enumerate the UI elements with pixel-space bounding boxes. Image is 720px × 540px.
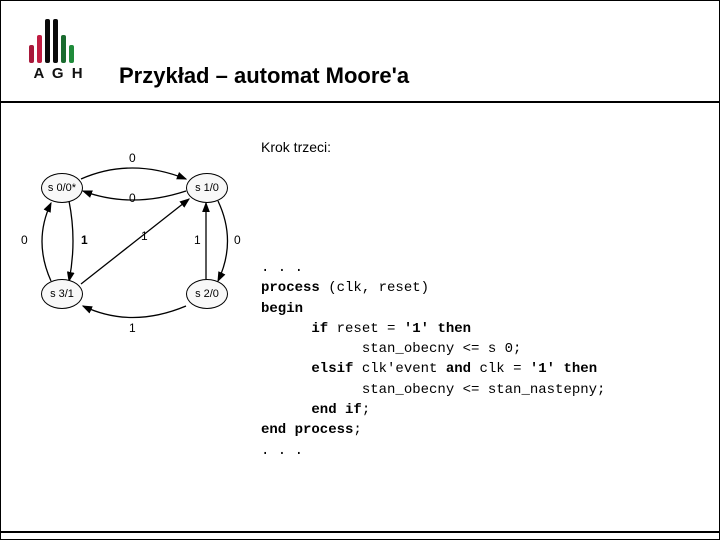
code-kw: end if xyxy=(261,402,362,418)
edge-label: 1 xyxy=(129,321,136,335)
code-line: stan_obecny <= stan_nastepny; xyxy=(261,382,605,398)
slide-header: A G H Przykład – automat Moore'a xyxy=(1,1,719,111)
state-node-s3: s 3/1 xyxy=(41,279,83,309)
edge-label: 1 xyxy=(81,233,88,247)
code-line: stan_obecny <= s 0; xyxy=(261,341,521,357)
slide-title: Przykład – automat Moore'a xyxy=(119,63,409,89)
code-line: . . . xyxy=(261,260,303,276)
code-kw: '1' xyxy=(404,321,429,337)
edge-label: 0 xyxy=(129,151,136,165)
vhdl-code: . . . process (clk, reset) begin if rese… xyxy=(261,258,605,461)
edge-label: 1 xyxy=(141,229,148,243)
code-text: ; xyxy=(362,402,370,418)
code-kw: elsif xyxy=(261,361,353,377)
code-kw: process xyxy=(261,280,320,296)
edge-label: 0 xyxy=(234,233,241,247)
state-diagram: s 0/0* s 1/0 s 2/0 s 3/1 0 0 0 1 1 0 1 1 xyxy=(11,151,251,336)
code-text: clk = xyxy=(471,361,530,377)
agh-logo: A G H xyxy=(29,19,89,82)
code-kw: end process xyxy=(261,422,353,438)
code-text: (clk, reset) xyxy=(320,280,429,296)
edge-label: 0 xyxy=(129,191,136,205)
header-rule xyxy=(1,101,719,103)
code-kw: '1' xyxy=(530,361,555,377)
state-node-s2: s 2/0 xyxy=(186,279,228,309)
edge-label: 0 xyxy=(21,233,28,247)
code-kw: if xyxy=(261,321,328,337)
code-text: clk'event xyxy=(353,361,445,377)
state-node-s1: s 1/0 xyxy=(186,173,228,203)
state-node-s0: s 0/0* xyxy=(41,173,83,203)
code-line: . . . xyxy=(261,443,303,459)
code-text: reset = xyxy=(328,321,404,337)
code-kw: then xyxy=(555,361,597,377)
footer-rule xyxy=(1,531,719,533)
step-label: Krok trzeci: xyxy=(261,139,331,155)
logo-bars-icon xyxy=(29,19,89,63)
logo-text: A G H xyxy=(29,65,89,82)
code-kw: then xyxy=(429,321,471,337)
code-kw: and xyxy=(446,361,471,377)
code-kw: begin xyxy=(261,301,303,317)
edge-label: 1 xyxy=(194,233,201,247)
code-text: ; xyxy=(353,422,361,438)
